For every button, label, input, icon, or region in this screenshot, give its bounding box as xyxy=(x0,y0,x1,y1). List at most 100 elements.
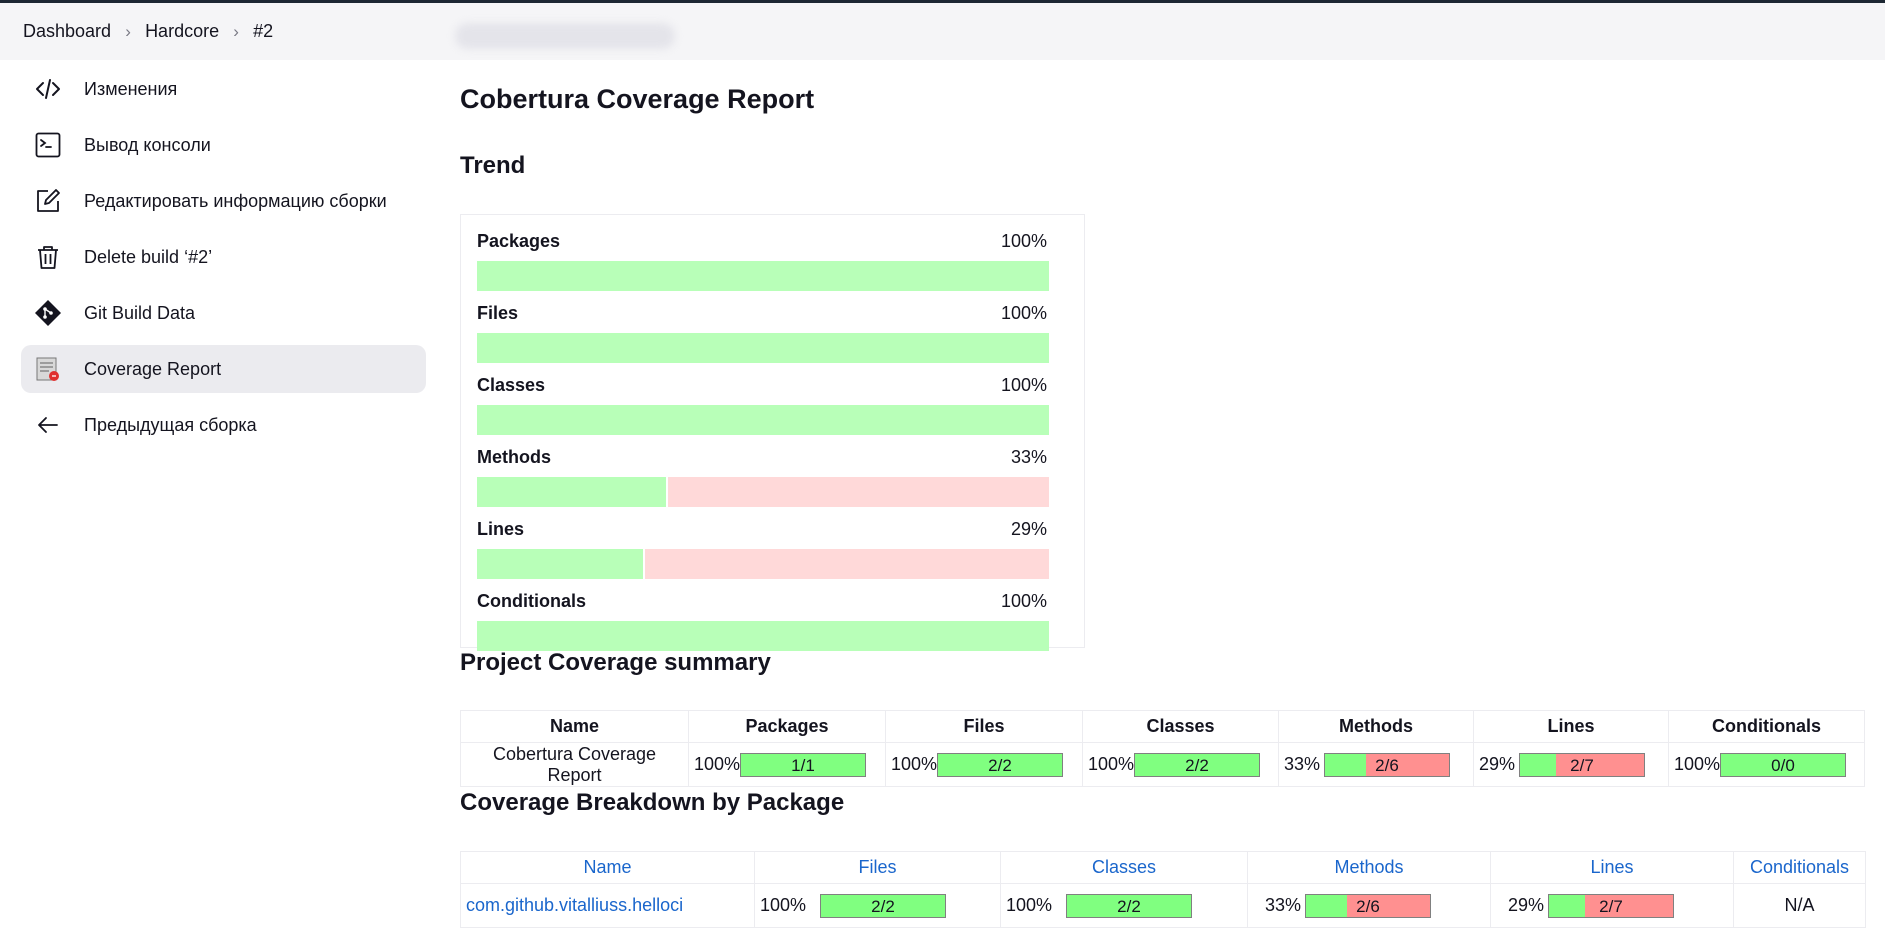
sort-by-conditionals-link[interactable]: Conditionals xyxy=(1733,851,1866,884)
trend-row-files: Files 100% xyxy=(477,299,1049,371)
package-breakdown-table: Name Files Classes Methods Lines Conditi… xyxy=(460,851,1866,928)
coverage-percent: 33% xyxy=(1265,895,1302,915)
breakdown-heading: Coverage Breakdown by Package xyxy=(460,789,845,816)
sidebar-item-coverage-report[interactable]: Coverage Report xyxy=(21,345,426,393)
trend-percent: 100% xyxy=(1000,375,1047,395)
page-title: Cobertura Coverage Report xyxy=(460,84,815,114)
coverage-ratio: 1/1 xyxy=(791,755,815,775)
sidebar-item-changes[interactable]: Изменения xyxy=(21,65,426,113)
trend-label: Files xyxy=(477,303,519,323)
trend-bar xyxy=(477,405,1049,435)
coverage-bar: 2/7 xyxy=(1519,752,1645,777)
sidebar-item-label: Изменения xyxy=(84,78,178,99)
trend-bar-covered xyxy=(477,477,666,507)
coverage-cell: 100% 2/2 xyxy=(885,742,1083,787)
sidebar: Изменения Вывод консоли Редактировать ин… xyxy=(21,65,426,457)
coverage-percent: 100% xyxy=(1674,754,1721,774)
trend-percent: 100% xyxy=(1000,231,1047,251)
edit-icon xyxy=(34,187,62,215)
trend-label: Classes xyxy=(477,375,546,395)
package-link[interactable]: com.github.vitalliuss.helloci xyxy=(466,895,683,915)
chevron-right-icon: › xyxy=(233,21,239,41)
column-header: Files xyxy=(885,710,1083,743)
coverage-percent: 33% xyxy=(1284,754,1321,774)
trend-bar xyxy=(477,621,1049,651)
coverage-cell: 33% 2/6 xyxy=(1278,742,1474,787)
coverage-percent: 29% xyxy=(1479,754,1516,774)
trend-percent: 33% xyxy=(1010,447,1047,467)
sidebar-item-previous-build[interactable]: Предыдущая сборка xyxy=(21,401,426,449)
git-icon xyxy=(34,299,62,327)
summary-table: Name Packages Files Classes Methods Line… xyxy=(460,710,1865,787)
trend-row-packages: Packages 100% xyxy=(477,227,1049,299)
coverage-ratio: 2/6 xyxy=(1356,896,1380,916)
trend-label: Lines xyxy=(477,519,525,539)
breadcrumb-hardcore[interactable]: Hardcore xyxy=(145,21,219,42)
table-row: Cobertura Coverage Report 100% 1/1 100% 2/… xyxy=(460,742,1865,787)
table-row: com.github.vitalliuss.helloci 100% 2/2 10… xyxy=(460,883,1866,928)
coverage-bar: 2/2 xyxy=(1134,752,1260,777)
trend-label: Conditionals xyxy=(477,591,586,611)
summary-name: Cobertura Coverage Report xyxy=(460,742,689,787)
trend-label: Packages xyxy=(477,231,561,251)
coverage-percent: 100% xyxy=(891,754,938,774)
sidebar-item-git-build-data[interactable]: Git Build Data xyxy=(21,289,426,337)
breadcrumb-dashboard[interactable]: Dashboard xyxy=(23,21,111,42)
coverage-ratio: 2/6 xyxy=(1375,755,1399,775)
sidebar-item-delete-build[interactable]: Delete build ‘#2’ xyxy=(21,233,426,281)
coverage-ratio: 2/2 xyxy=(871,896,895,916)
coverage-bar: 2/2 xyxy=(1066,893,1192,918)
sort-by-classes-link[interactable]: Classes xyxy=(1000,851,1248,884)
coverage-cell: 29% 2/7 xyxy=(1473,742,1669,787)
coverage-ratio: 0/0 xyxy=(1771,755,1795,775)
breadcrumb-build[interactable]: #2 xyxy=(253,21,273,42)
coverage-percent: 100% xyxy=(760,895,807,915)
trend-bar xyxy=(477,549,1049,579)
coverage-percent: 29% xyxy=(1508,895,1545,915)
trend-bar-covered xyxy=(477,261,1049,291)
coverage-percent: 100% xyxy=(1006,895,1053,915)
sort-by-name-link[interactable]: Name xyxy=(460,851,755,884)
breadcrumb: Dashboard › Hardcore › #2 xyxy=(0,3,1885,60)
sidebar-item-console[interactable]: Вывод консоли xyxy=(21,121,426,169)
sidebar-item-label: Delete build ‘#2’ xyxy=(84,246,213,267)
coverage-ratio: 2/2 xyxy=(1185,755,1209,775)
trend-row-methods: Methods 33% xyxy=(477,443,1049,515)
sort-by-lines-link[interactable]: Lines xyxy=(1490,851,1734,884)
code-icon xyxy=(34,75,62,103)
coverage-ratio: 2/2 xyxy=(1117,896,1141,916)
summary-heading: Project Coverage summary xyxy=(460,649,771,676)
trend-percent: 100% xyxy=(1000,303,1047,323)
sidebar-item-label: Coverage Report xyxy=(84,358,222,379)
trend-percent: 29% xyxy=(1010,519,1047,539)
coverage-ratio: 2/7 xyxy=(1570,755,1594,775)
column-header: Name xyxy=(460,710,689,743)
trend-heading: Trend xyxy=(460,152,526,179)
coverage-bar: 2/6 xyxy=(1305,893,1431,918)
sort-by-files-link[interactable]: Files xyxy=(754,851,1001,884)
column-header: Methods xyxy=(1278,710,1474,743)
conditionals-cell: N/A xyxy=(1733,883,1866,928)
trend-bar xyxy=(477,261,1049,291)
coverage-bar: 2/6 xyxy=(1324,752,1450,777)
sidebar-item-label: Редактировать информацию сборки xyxy=(84,190,387,211)
coverage-percent: 100% xyxy=(694,754,741,774)
coverage-ratio: 2/7 xyxy=(1599,896,1623,916)
coverage-cell: 33% 2/6 xyxy=(1247,883,1491,928)
trend-bar-covered xyxy=(477,333,1049,363)
trend-row-classes: Classes 100% xyxy=(477,371,1049,443)
column-header: Conditionals xyxy=(1668,710,1865,743)
coverage-bar: 2/2 xyxy=(820,893,946,918)
sidebar-item-edit-build[interactable]: Редактировать информацию сборки xyxy=(21,177,426,225)
arrow-left-icon xyxy=(34,411,62,439)
sort-by-methods-link[interactable]: Methods xyxy=(1247,851,1491,884)
sidebar-item-label: Git Build Data xyxy=(84,302,196,323)
trend-label: Methods xyxy=(477,447,551,467)
coverage-cell: 100% 2/2 xyxy=(1000,883,1248,928)
coverage-ratio: 2/2 xyxy=(988,755,1012,775)
trend-bar-covered xyxy=(477,621,1049,651)
trend-row-lines: Lines 29% xyxy=(477,515,1049,587)
chevron-right-icon: › xyxy=(125,21,131,41)
trend-bar-covered xyxy=(477,549,643,579)
trend-bar-covered xyxy=(477,405,1049,435)
